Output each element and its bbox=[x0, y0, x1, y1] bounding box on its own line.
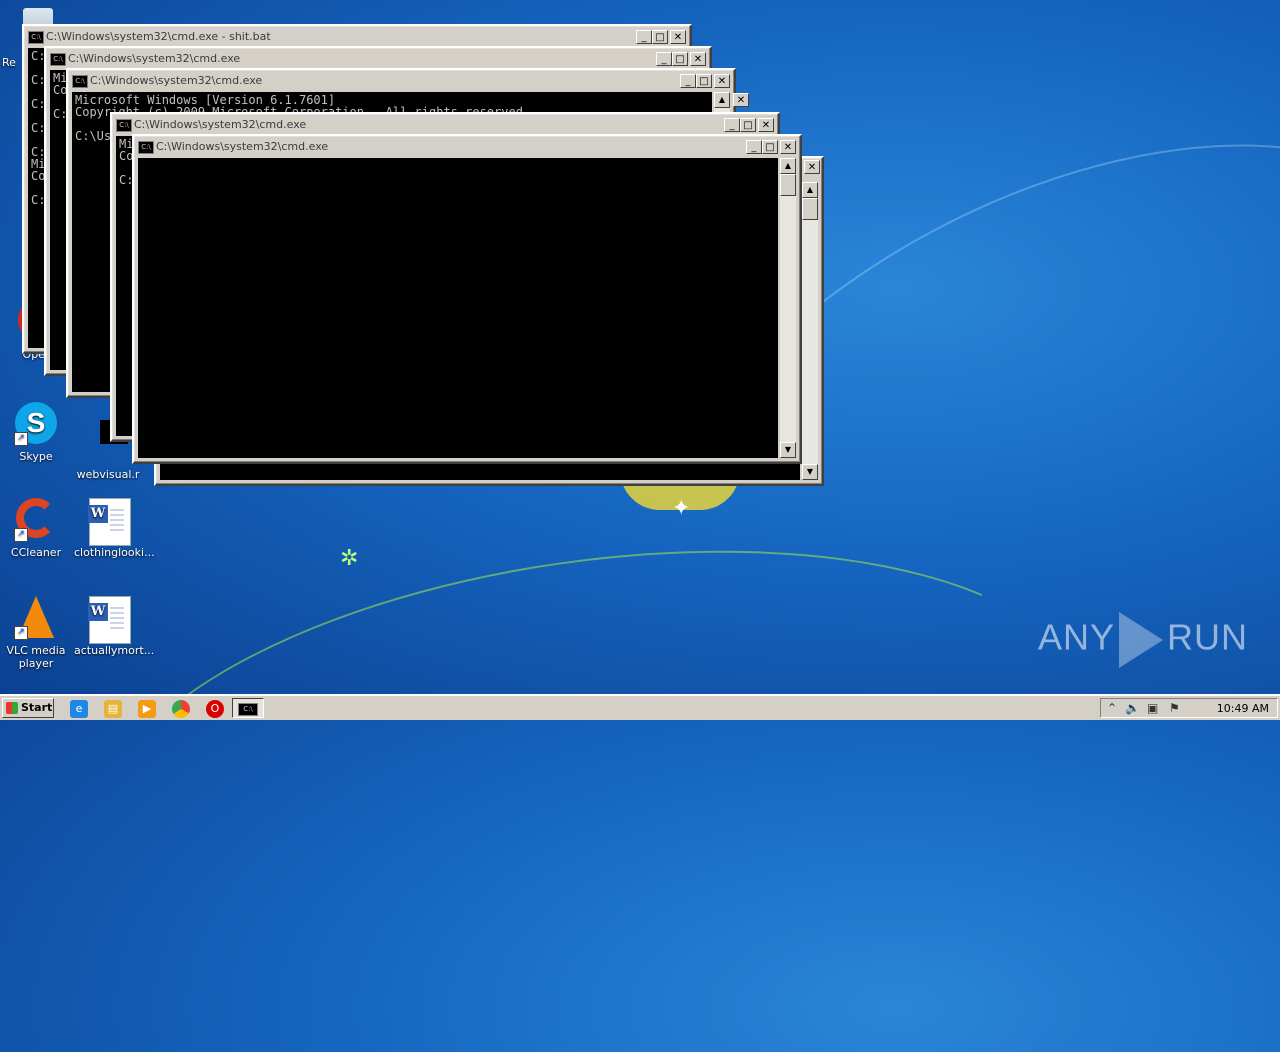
cmd-icon: C:\ bbox=[72, 75, 88, 88]
minimize-button[interactable]: _ bbox=[680, 74, 696, 88]
maximize-button[interactable]: □ bbox=[762, 140, 778, 154]
window-titlebar[interactable]: C:\ C:\Windows\system32\cmd.exe _ □ ✕ bbox=[70, 72, 732, 90]
vlc-icon: ↗ bbox=[14, 596, 58, 640]
window-titlebar[interactable]: C:\ C:\Windows\system32\cmd.exe _ □ ✕ bbox=[48, 50, 708, 68]
minimize-button[interactable]: _ bbox=[636, 30, 652, 44]
window-titlebar[interactable]: C:\ C:\Windows\system32\cmd.exe - shit.b… bbox=[26, 28, 688, 46]
window-title: C:\Windows\system32\cmd.exe bbox=[90, 74, 263, 87]
watermark-text: RUN bbox=[1167, 616, 1249, 658]
console-output[interactable] bbox=[138, 158, 778, 458]
opera-icon[interactable]: O bbox=[206, 700, 224, 718]
desktop-icon-label: VLC media player bbox=[6, 644, 66, 670]
windows-logo-icon bbox=[6, 702, 18, 714]
ie-icon[interactable]: e bbox=[70, 700, 88, 718]
start-button[interactable]: Start bbox=[2, 698, 54, 718]
vertical-scrollbar[interactable]: ▲▼ bbox=[802, 182, 818, 480]
taskbar-cmd-button[interactable]: C:\ bbox=[232, 698, 264, 718]
scroll-down-arrow-icon[interactable]: ▼ bbox=[802, 464, 818, 480]
desktop-icon-actuallymort[interactable]: W actuallymort... bbox=[74, 596, 155, 657]
vertical-scrollbar[interactable]: ▲▼ bbox=[780, 158, 796, 458]
desktop-icon-label: Skype bbox=[19, 450, 53, 463]
start-label: Start bbox=[21, 701, 53, 714]
maximize-button[interactable]: □ bbox=[672, 52, 688, 66]
window-title: C:\Windows\system32\cmd.exe bbox=[156, 140, 329, 153]
anyrun-watermark: ANY RUN bbox=[1038, 612, 1248, 668]
maximize-button[interactable]: □ bbox=[652, 30, 668, 44]
desktop-icon-label: actuallymort... bbox=[74, 644, 155, 657]
word-doc-icon: W bbox=[88, 596, 132, 644]
media-player-icon[interactable]: ▶ bbox=[138, 700, 156, 718]
cmd-icon: C:\ bbox=[238, 703, 258, 716]
window-title: C:\Windows\system32\cmd.exe bbox=[134, 118, 307, 131]
minimize-button[interactable]: _ bbox=[746, 140, 762, 154]
clock[interactable]: 10:49 AM bbox=[1217, 702, 1269, 715]
desktop-icon-vlc[interactable]: ↗ VLC media player bbox=[0, 596, 72, 670]
scroll-up-arrow-icon[interactable]: ▲ bbox=[714, 92, 730, 108]
action-center-flag-icon[interactable]: ⚑ bbox=[1169, 701, 1180, 715]
scroll-up-arrow-icon[interactable]: ▲ bbox=[802, 182, 818, 198]
cmd-icon: C:\ bbox=[28, 31, 44, 44]
volume-icon[interactable]: 🔈 bbox=[1125, 701, 1140, 715]
explorer-icon[interactable]: ▤ bbox=[104, 700, 122, 718]
system-tray: ⌃ 🔈 ▣ ⚑ 10:49 AM bbox=[1100, 698, 1278, 718]
cmd-icon: C:\ bbox=[138, 141, 154, 154]
maximize-button[interactable]: □ bbox=[740, 118, 756, 132]
chevron-up-icon[interactable]: ⌃ bbox=[1107, 701, 1117, 715]
scroll-thumb[interactable] bbox=[802, 198, 818, 220]
taskbar: Start e ▤ ▶ O C:\ ⌃ 🔈 ▣ ⚑ 10:49 AM bbox=[0, 694, 1280, 720]
word-doc-icon: W bbox=[88, 498, 132, 546]
cmd-window-active[interactable]: C:\ C:\Windows\system32\cmd.exe _ □ ✕ ▲ ▼ bbox=[132, 134, 802, 464]
desktop-icon-label: CCleaner bbox=[10, 546, 62, 559]
desktop-icon-label: clothinglooki... bbox=[74, 546, 155, 559]
desktop-icon-ccleaner[interactable]: ↗ CCleaner bbox=[0, 498, 72, 559]
window-titlebar[interactable]: C:\ C:\Windows\system32\cmd.exe _ □ ✕ bbox=[136, 138, 798, 156]
window-titlebar[interactable]: C:\ C:\Windows\system32\cmd.exe _ □ ✕ bbox=[114, 116, 776, 134]
cmd-icon: C:\ bbox=[50, 53, 66, 66]
sparkle-icon: ✦ bbox=[672, 496, 691, 521]
ccleaner-icon: ↗ bbox=[14, 498, 58, 542]
close-button[interactable]: ✕ bbox=[714, 74, 730, 88]
close-button[interactable]: ✕ bbox=[733, 93, 749, 107]
skype-icon: S ↗ bbox=[14, 402, 58, 446]
close-button[interactable]: ✕ bbox=[758, 118, 774, 132]
chrome-icon[interactable] bbox=[172, 700, 190, 718]
minimize-button[interactable]: _ bbox=[656, 52, 672, 66]
close-button[interactable]: ✕ bbox=[804, 160, 820, 174]
network-icon[interactable]: ▣ bbox=[1147, 701, 1158, 715]
close-button[interactable]: ✕ bbox=[670, 30, 686, 44]
scroll-thumb[interactable] bbox=[780, 174, 796, 196]
window-title: C:\Windows\system32\cmd.exe - shit.bat bbox=[46, 30, 271, 43]
watermark-text: ANY bbox=[1038, 616, 1116, 658]
close-button[interactable]: ✕ bbox=[780, 140, 796, 154]
close-button[interactable]: ✕ bbox=[690, 52, 706, 66]
sparkle-icon: ✲ bbox=[340, 546, 359, 571]
scroll-up-arrow-icon[interactable]: ▲ bbox=[780, 158, 796, 174]
minimize-button[interactable]: _ bbox=[724, 118, 740, 132]
scroll-down-arrow-icon[interactable]: ▼ bbox=[780, 442, 796, 458]
desktop-icon-skype[interactable]: S ↗ Skype bbox=[0, 402, 72, 463]
cmd-icon: C:\ bbox=[116, 119, 132, 132]
desktop-icon-label: webvisual.r bbox=[76, 468, 140, 481]
window-title: C:\Windows\system32\cmd.exe bbox=[68, 52, 241, 65]
play-icon bbox=[1119, 612, 1164, 668]
desktop-icon-clothinglooki[interactable]: W clothinglooki... bbox=[74, 498, 155, 559]
maximize-button[interactable]: □ bbox=[696, 74, 712, 88]
